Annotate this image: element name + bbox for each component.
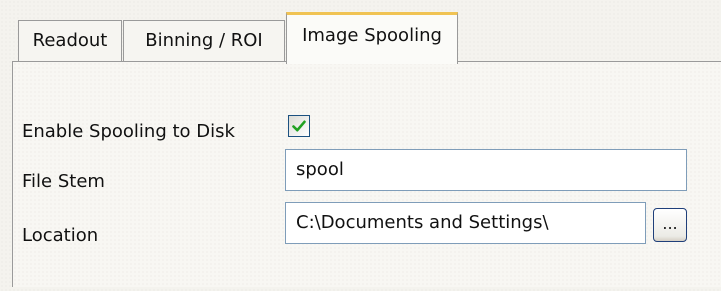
location-input[interactable]: C:\Documents and Settings\: [285, 202, 646, 244]
spooling-dialog: Readout Binning / ROI Image Spooling Ena…: [0, 0, 721, 291]
checkmark-icon: [292, 120, 306, 132]
tab-binning-roi[interactable]: Binning / ROI: [123, 20, 285, 62]
tab-readout[interactable]: Readout: [18, 20, 122, 62]
file-stem-label: File Stem: [22, 171, 105, 192]
enable-spooling-checkbox[interactable]: [288, 115, 310, 137]
tab-image-spooling[interactable]: Image Spooling: [286, 12, 458, 64]
file-stem-input[interactable]: spool: [285, 149, 687, 191]
browse-location-button[interactable]: ...: [653, 208, 687, 242]
image-spooling-panel: Enable Spooling to Disk File Stem spool …: [12, 61, 721, 287]
enable-spooling-label: Enable Spooling to Disk: [22, 121, 235, 142]
location-label: Location: [22, 225, 99, 246]
